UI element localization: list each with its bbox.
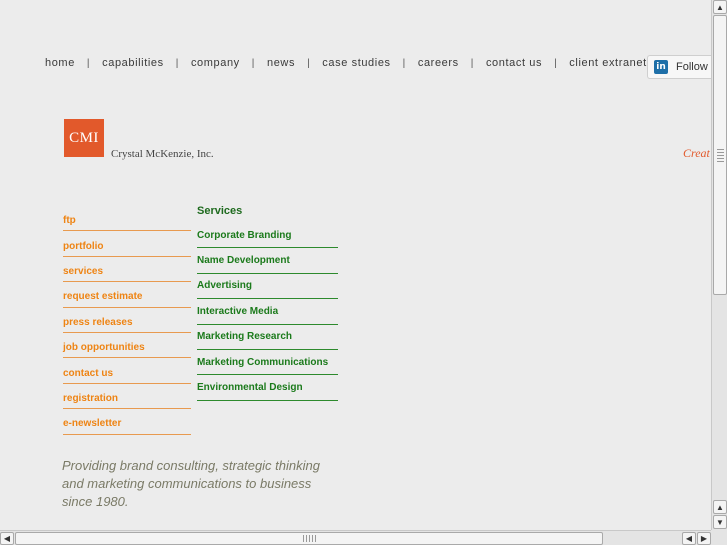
company-name: Crystal McKenzie, Inc. <box>111 148 214 160</box>
nav-contact-us[interactable]: contact us <box>486 57 542 69</box>
menu-item-request-estimate[interactable]: request estimate <box>63 282 191 308</box>
company-logo[interactable]: CMI <box>64 119 104 157</box>
vertical-scroll-thumb[interactable] <box>713 15 727 295</box>
services-menu: Services Corporate Branding Name Develop… <box>197 205 338 401</box>
menu-item-press-releases[interactable]: press releases <box>63 308 191 333</box>
services-heading: Services <box>197 205 243 217</box>
menu-item-ftp[interactable]: ftp <box>63 206 191 232</box>
service-corporate-branding[interactable]: Corporate Branding <box>197 223 338 249</box>
linkedin-icon: in <box>654 60 668 74</box>
nav-separator: | <box>307 57 311 69</box>
company-description: Providing brand consulting, strategic th… <box>62 458 320 509</box>
nav-careers[interactable]: careers <box>418 57 459 69</box>
nav-separator: | <box>175 57 179 69</box>
nav-case-studies[interactable]: case studies <box>322 57 390 69</box>
service-name-development[interactable]: Name Development <box>197 248 338 274</box>
left-menu: ftp portfolio services request estimate … <box>63 206 191 435</box>
scroll-down-icon[interactable]: ▼ <box>713 515 727 529</box>
scroll-left-icon[interactable]: ◀ <box>682 532 696 545</box>
menu-item-registration[interactable]: registration <box>63 384 191 410</box>
service-interactive-media[interactable]: Interactive Media <box>197 299 338 325</box>
top-navigation: home | capabilities | company | news | c… <box>45 57 647 69</box>
nav-separator: | <box>470 57 474 69</box>
linkedin-follow-button[interactable]: in Follow <box>647 55 713 79</box>
scrollbar-corner <box>711 530 727 545</box>
nav-home[interactable]: home <box>45 57 75 69</box>
grip-icon <box>717 149 724 163</box>
tagline: Creat <box>683 146 710 160</box>
scroll-up-icon[interactable]: ▲ <box>713 500 727 514</box>
menu-item-services[interactable]: services <box>63 257 191 283</box>
nav-separator: | <box>402 57 406 69</box>
horizontal-scrollbar[interactable]: ◀ ◀ ▶ <box>0 530 711 545</box>
service-marketing-communications[interactable]: Marketing Communications <box>197 350 338 376</box>
nav-client-extranet[interactable]: client extranet <box>569 57 646 69</box>
menu-item-e-newsletter[interactable]: e-newsletter <box>63 409 191 435</box>
grip-icon <box>303 535 317 542</box>
nav-separator: | <box>554 57 558 69</box>
scroll-up-icon[interactable]: ▲ <box>713 0 727 14</box>
nav-company[interactable]: company <box>191 57 240 69</box>
nav-separator: | <box>86 57 91 69</box>
service-marketing-research[interactable]: Marketing Research <box>197 325 338 350</box>
menu-item-contact-us[interactable]: contact us <box>63 358 191 384</box>
service-environmental-design[interactable]: Environmental Design <box>197 375 338 401</box>
menu-item-job-opportunities[interactable]: job opportunities <box>63 333 191 359</box>
scroll-left-icon[interactable]: ◀ <box>0 532 14 545</box>
nav-news[interactable]: news <box>267 57 295 69</box>
follow-label: Follow <box>676 61 708 73</box>
nav-separator: | <box>251 57 255 69</box>
vertical-scrollbar[interactable]: ▲ ▲ ▼ <box>711 0 727 530</box>
menu-item-portfolio[interactable]: portfolio <box>63 231 191 257</box>
horizontal-scroll-thumb[interactable] <box>15 532 603 545</box>
service-advertising[interactable]: Advertising <box>197 274 338 300</box>
scroll-right-icon[interactable]: ▶ <box>697 532 711 545</box>
logo-mark: CMI <box>69 129 99 146</box>
nav-capabilities[interactable]: capabilities <box>102 57 164 69</box>
